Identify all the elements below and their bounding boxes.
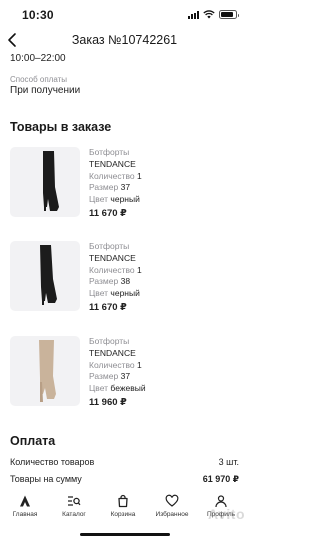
item-qty: 1	[137, 170, 142, 181]
boot-image	[43, 151, 59, 211]
item-color-label: Цвет	[89, 383, 109, 394]
item-details: Ботфорты TENDANCE Количество 1 Размер 38…	[89, 241, 142, 314]
item-category: Ботфорты	[89, 336, 130, 346]
items-count-label: Количество товаров	[10, 457, 95, 467]
item-color: черный	[110, 288, 140, 299]
item-color-label: Цвет	[89, 288, 109, 299]
item-brand: TENDANCE	[89, 347, 136, 358]
order-item[interactable]: Ботфорты TENDANCE Количество 1 Размер 37…	[10, 147, 240, 220]
status-time: 10:30	[22, 8, 54, 22]
item-brand: TENDANCE	[89, 158, 136, 169]
tab-label: Каталог	[62, 511, 86, 518]
item-size: 37	[120, 182, 131, 193]
item-color-label: Цвет	[89, 194, 109, 205]
order-item[interactable]: Ботфорты TENDANCE Количество 1 Размер 38…	[10, 241, 240, 314]
tab-label: Избранное	[155, 511, 189, 518]
home-indicator	[80, 533, 170, 536]
item-color: черный	[110, 194, 140, 205]
boot-image	[39, 340, 56, 402]
battery-icon	[219, 10, 239, 19]
items-sum-row: Товары на сумму 61 970 ₽	[10, 474, 239, 485]
item-price: 11 670 ₽	[89, 301, 127, 313]
item-brand: TENDANCE	[89, 252, 136, 263]
status-icons	[188, 10, 239, 19]
item-size-label: Размер	[89, 276, 119, 287]
item-category: Ботфорты	[89, 241, 130, 251]
item-size: 37	[120, 371, 131, 382]
item-size-label: Размер	[89, 371, 119, 382]
cart-icon	[118, 494, 128, 508]
items-count-value: 3 шт.	[218, 457, 239, 467]
item-qty-label: Количество	[89, 170, 135, 181]
home-icon	[20, 495, 30, 507]
tab-cart[interactable]: Корзина	[99, 494, 147, 518]
item-qty: 1	[137, 359, 142, 370]
item-thumbnail[interactable]	[10, 336, 80, 406]
item-thumbnail[interactable]	[10, 241, 80, 311]
item-size: 38	[120, 276, 131, 287]
order-title: Заказ №10742261	[71, 33, 178, 47]
item-category: Ботфорты	[89, 147, 130, 157]
items-sum-label: Товары на сумму	[10, 474, 82, 484]
payment-section-title: Оплата	[10, 434, 56, 448]
item-color: бежевый	[110, 383, 146, 394]
tab-favorites[interactable]: Избранное	[148, 494, 196, 518]
item-details: Ботфорты TENDANCE Количество 1 Размер 37…	[89, 147, 142, 220]
avito-watermark: Avito	[208, 506, 245, 522]
item-price: 11 670 ₽	[89, 207, 127, 219]
tab-home[interactable]: Главная	[1, 494, 49, 518]
items-count-row: Количество товаров 3 шт.	[10, 457, 239, 467]
items-section-title: Товары в заказе	[10, 120, 112, 134]
wifi-icon	[203, 10, 215, 19]
heart-icon	[165, 494, 179, 507]
order-header: Заказ №10742261	[0, 32, 249, 50]
item-qty-label: Количество	[89, 264, 135, 275]
tab-catalog[interactable]: Каталог	[50, 494, 98, 518]
tab-label: Главная	[12, 511, 38, 518]
item-price: 11 960 ₽	[89, 396, 127, 408]
payment-method-value: При получении	[10, 85, 81, 96]
item-size-label: Размер	[89, 182, 119, 193]
delivery-time-slot: 10:00–22:00	[10, 53, 66, 64]
payment-method-label: Способ оплаты	[10, 75, 68, 84]
cellular-signal-icon	[188, 10, 199, 19]
item-qty: 1	[137, 264, 142, 275]
item-thumbnail[interactable]	[10, 147, 80, 217]
bottom-tab-bar: Главная Каталог Корзина Избранное Профил…	[0, 490, 249, 540]
order-item[interactable]: Ботфорты TENDANCE Количество 1 Размер 37…	[10, 336, 240, 409]
boot-image	[40, 245, 57, 305]
status-bar: 10:30	[0, 0, 249, 30]
item-details: Ботфорты TENDANCE Количество 1 Размер 37…	[89, 336, 146, 409]
item-qty-label: Количество	[89, 359, 135, 370]
tab-label: Корзина	[110, 511, 136, 518]
catalog-search-icon	[68, 496, 81, 506]
items-sum-value: 61 970 ₽	[202, 474, 239, 484]
